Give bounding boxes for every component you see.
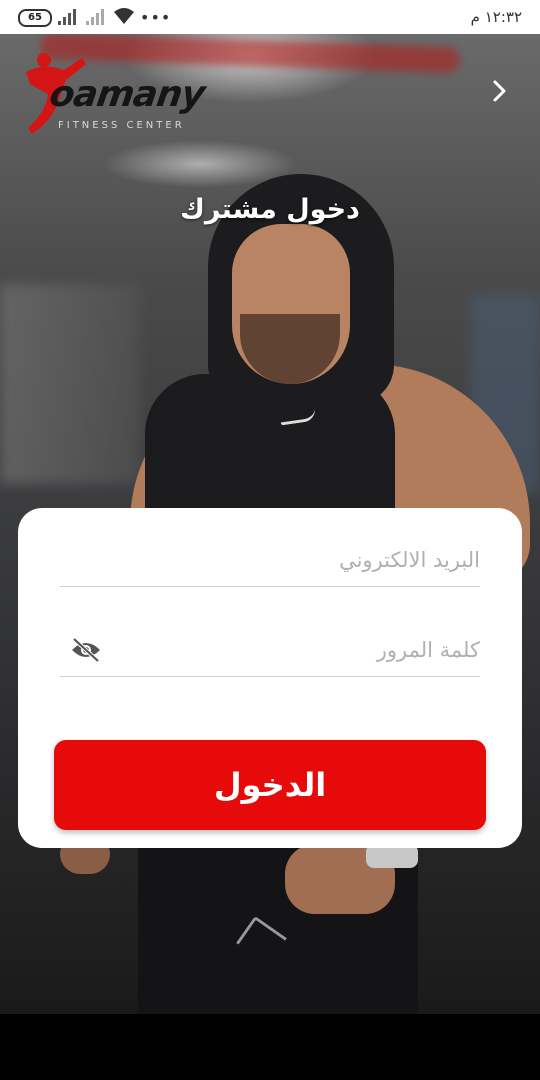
battery-indicator: 65	[18, 9, 52, 27]
wifi-icon	[114, 8, 134, 24]
logo-wordmark: oamany	[47, 74, 207, 115]
login-button[interactable]: الدخول	[54, 740, 486, 830]
status-bar: 65 ••• ١٢:٣٢ م	[0, 0, 540, 34]
chevron-right-icon[interactable]	[486, 78, 512, 104]
bottom-bar	[0, 1014, 540, 1080]
eye-off-icon[interactable]	[70, 636, 102, 664]
password-input[interactable]	[120, 626, 480, 674]
password-field	[60, 626, 480, 677]
cell-signal-2-icon	[86, 9, 106, 25]
notification-dots: •••	[140, 8, 172, 27]
page-title: دخول مشترك	[180, 194, 360, 225]
cell-signal-icon	[58, 9, 78, 25]
status-clock: ١٢:٣٢ م	[470, 8, 522, 26]
email-input[interactable]	[60, 536, 480, 584]
logo-subtitle: FITNESS CENTER	[58, 120, 185, 131]
brand-logo: oamany FITNESS CENTER	[20, 50, 207, 140]
login-card: الدخول	[18, 508, 522, 848]
email-field	[60, 536, 480, 587]
